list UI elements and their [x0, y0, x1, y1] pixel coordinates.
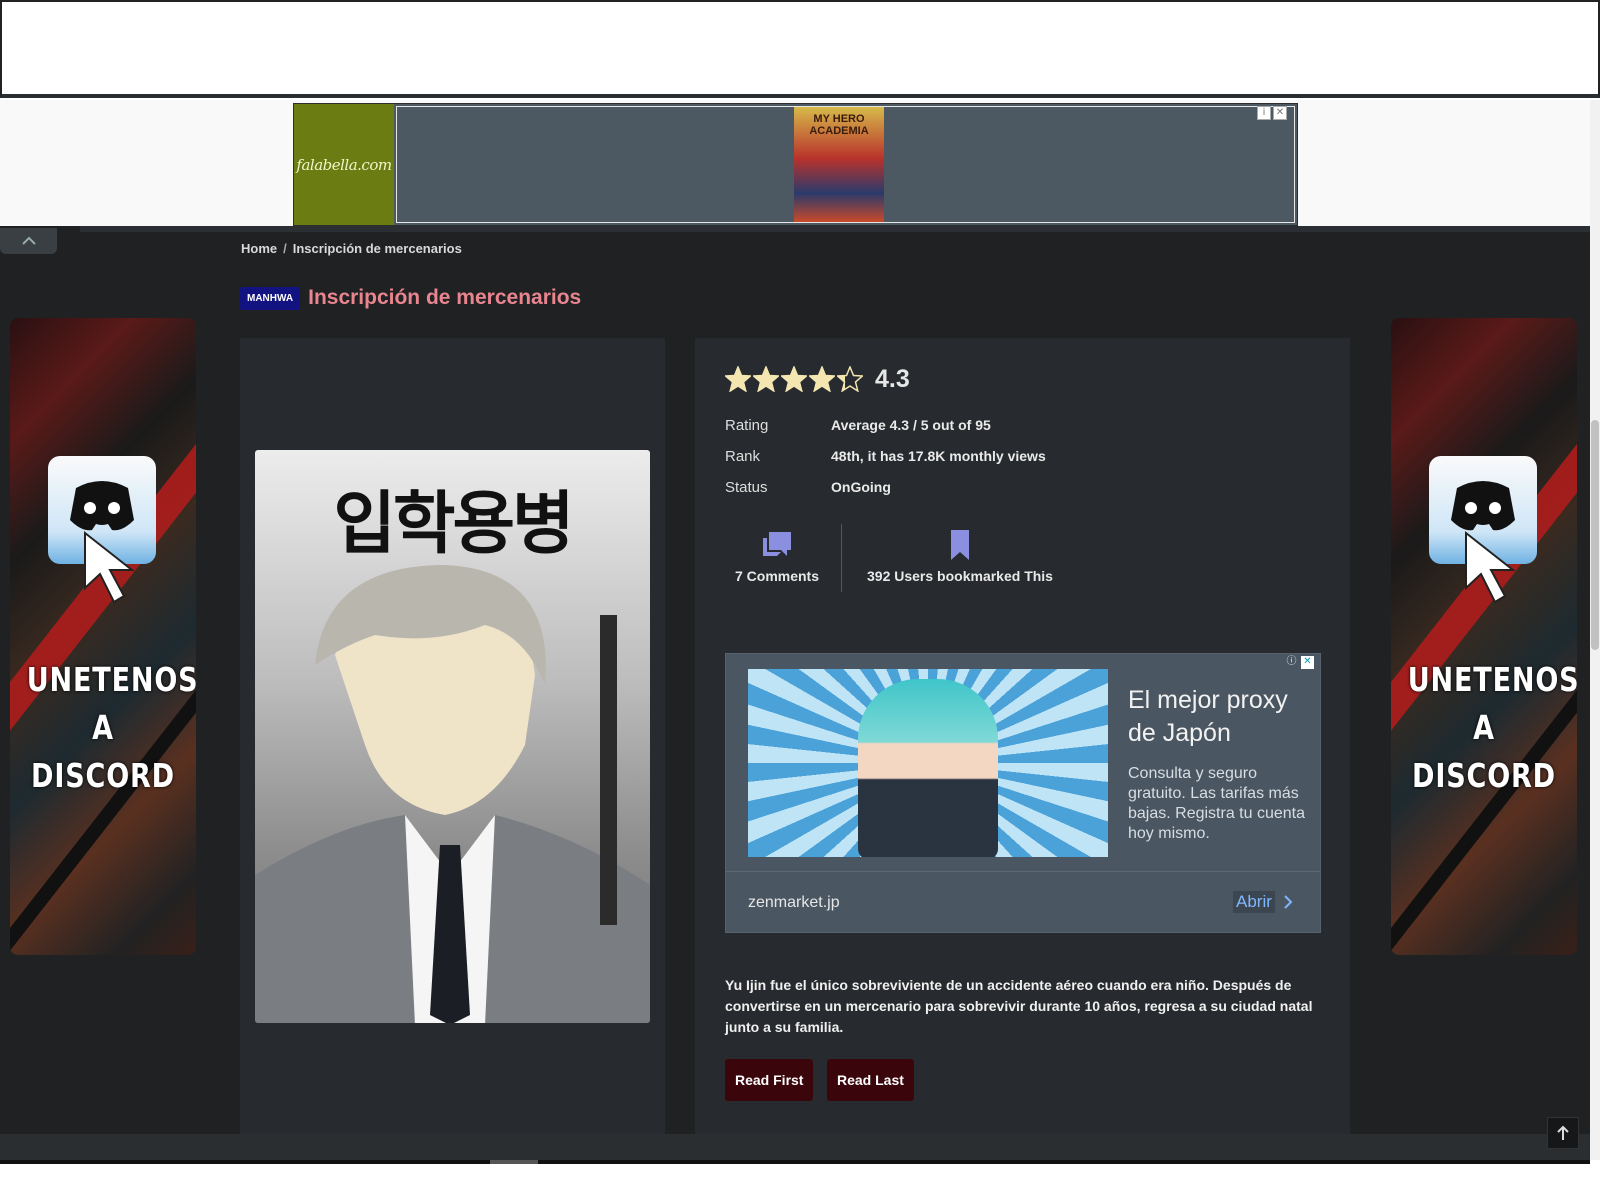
- ad-text-line1: UNETENOS A: [1407, 660, 1577, 747]
- right-discord-ad[interactable]: UNETENOS A DISCORD: [1391, 318, 1577, 955]
- read-first-button[interactable]: Read First: [725, 1059, 814, 1101]
- left-discord-ad[interactable]: UNETENOS A DISCORD: [10, 318, 196, 955]
- close-icon[interactable]: ✕: [1273, 106, 1287, 120]
- star-icon: [725, 366, 751, 392]
- ad-text: UNETENOS A DISCORD: [1407, 656, 1577, 800]
- ad-body: Consulta y seguro gratuito. Las tarifas …: [1128, 765, 1305, 842]
- bookmarks-stat[interactable]: 392 Users bookmarked This: [860, 530, 1060, 584]
- info-value: 48th, it has 17.8K monthly views: [831, 448, 1046, 464]
- comments-icon: [763, 532, 791, 556]
- breadcrumb: Home / Inscripción de mercenarios: [241, 241, 462, 256]
- stats-divider: [841, 524, 842, 592]
- title-row: MANHWA Inscripción de mercenarios: [240, 286, 581, 310]
- ad-text-line2: DISCORD: [1412, 756, 1556, 795]
- page-title: Inscripción de mercenarios: [308, 286, 582, 309]
- header-stripe: [80, 226, 1590, 232]
- top-banner-ad[interactable]: falabella.com MY HERO ACADEMIA i ✕: [293, 103, 1298, 226]
- ad-text-line1: UNETENOS A: [26, 660, 196, 747]
- browser-top-area: [0, 0, 1600, 98]
- ad-image[interactable]: [748, 669, 1108, 857]
- inline-ad-card[interactable]: ⓘ ✕ El mejor proxy de Japón Consulta y s…: [725, 653, 1321, 933]
- top-ad-controls: i ✕: [1257, 106, 1287, 120]
- ad-footer: zenmarket.jp Abrir: [726, 871, 1320, 933]
- scrollbar[interactable]: [1590, 100, 1600, 1160]
- bookmarks-label: 392 Users bookmarked This: [867, 568, 1053, 584]
- ad-text-line2: DISCORD: [31, 756, 175, 795]
- adchoices-icon[interactable]: i: [1257, 106, 1271, 120]
- star-icon: [753, 366, 779, 392]
- collapse-ad-button[interactable]: [0, 228, 57, 254]
- cover-illustration: [255, 565, 650, 1023]
- scrollbar-thumb[interactable]: [1591, 420, 1599, 650]
- cover-image: 입학용병: [255, 450, 650, 1023]
- ad-headline[interactable]: El mejor proxy de Japón: [1128, 684, 1308, 750]
- ad-book-image[interactable]: MY HERO ACADEMIA: [794, 107, 884, 222]
- type-badge[interactable]: MANHWA: [240, 286, 301, 310]
- star-icon: [809, 366, 835, 392]
- inline-ad-controls: ⓘ ✕: [1285, 656, 1314, 669]
- arrow-up-icon: [1557, 1125, 1569, 1140]
- bookmark-icon: [951, 530, 969, 560]
- comments-label: 7 Comments: [734, 568, 820, 584]
- cursor-icon: [1465, 530, 1516, 604]
- bottom-area: [0, 1164, 1600, 1200]
- ad-book-title: MY HERO ACADEMIA: [809, 113, 869, 137]
- chevron-right-icon: [1284, 895, 1293, 909]
- scroll-to-top-button[interactable]: [1547, 1117, 1579, 1149]
- info-key: Rank: [725, 448, 761, 465]
- comments-stat[interactable]: 7 Comments: [729, 530, 825, 584]
- synopsis: Yu Ijin fue el único sobreviviente de un…: [725, 977, 1313, 1035]
- read-last-button[interactable]: Read Last: [827, 1059, 914, 1101]
- ad-image-person: [858, 679, 998, 857]
- breadcrumb-home[interactable]: Home: [241, 241, 277, 256]
- breadcrumb-separator: /: [283, 241, 287, 256]
- info-value: OnGoing: [831, 479, 891, 495]
- star-icon: [781, 366, 807, 392]
- close-icon[interactable]: ✕: [1301, 656, 1314, 669]
- ad-text: UNETENOS A DISCORD: [26, 656, 196, 800]
- cursor-icon: [84, 530, 135, 604]
- info-value: Average 4.3 / 5 out of 95: [831, 417, 991, 433]
- rating-stars: [725, 366, 863, 392]
- ad-open-label: Abrir: [1233, 891, 1275, 913]
- info-key: Rating: [725, 417, 769, 434]
- adchoices-icon[interactable]: ⓘ: [1285, 656, 1298, 669]
- rating-value: 4.3: [875, 365, 910, 393]
- advertiser-logo[interactable]: falabella.com: [294, 104, 394, 225]
- breadcrumb-current[interactable]: Inscripción de mercenarios: [293, 241, 462, 256]
- chevron-up-icon: [21, 236, 36, 245]
- advertiser-logo-text: falabella.com: [296, 155, 392, 174]
- ad-domain[interactable]: zenmarket.jp: [748, 894, 840, 912]
- star-icon: [837, 366, 863, 392]
- ad-open-button[interactable]: Abrir: [1233, 891, 1293, 913]
- top-ad-creative[interactable]: MY HERO ACADEMIA: [396, 106, 1295, 223]
- info-key: Status: [725, 479, 768, 496]
